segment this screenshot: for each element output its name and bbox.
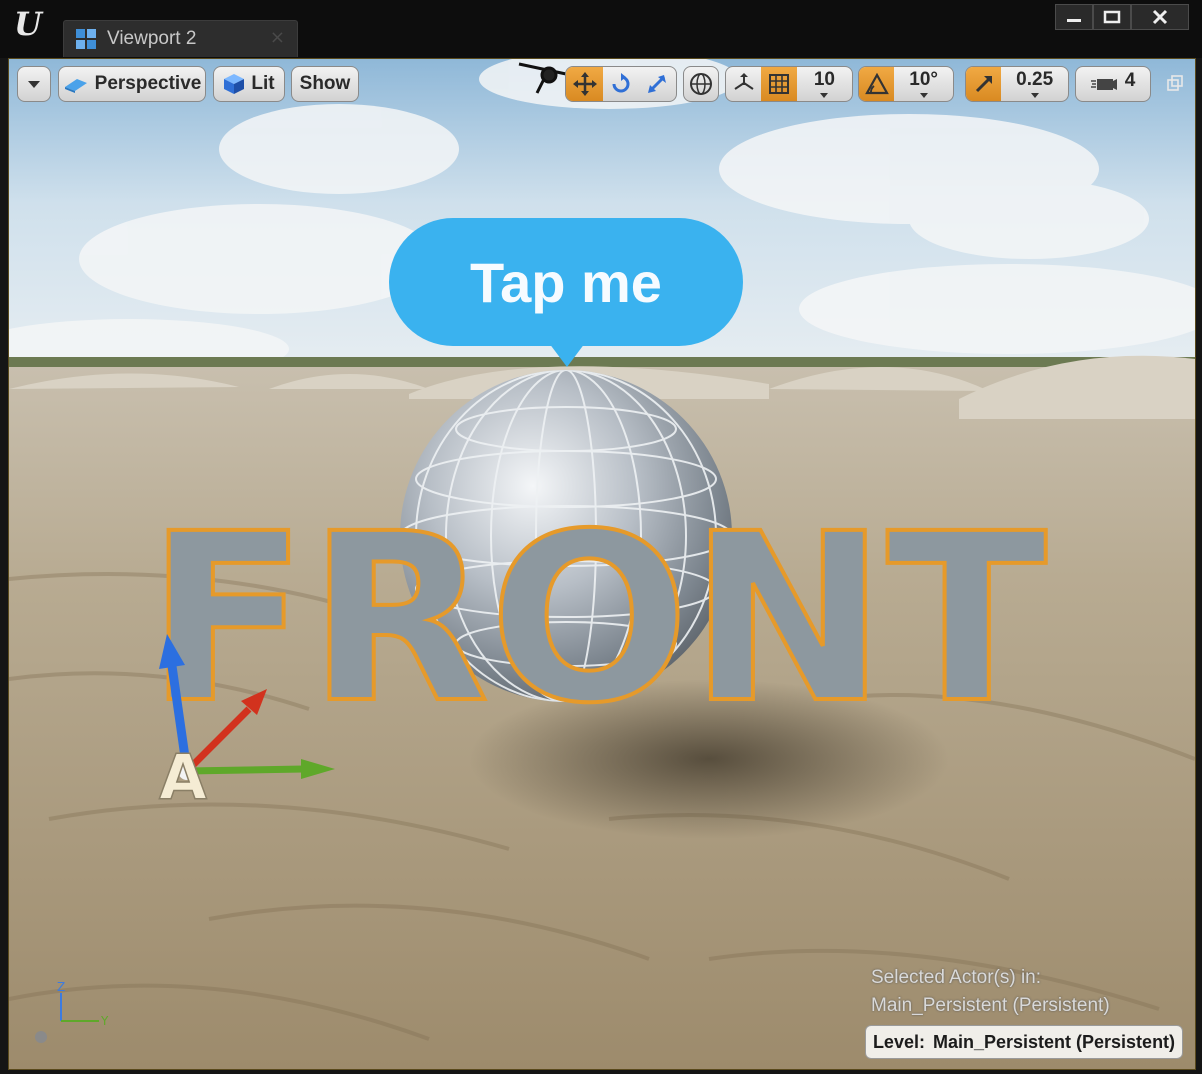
viewport-options-button[interactable]	[17, 66, 51, 102]
scale-snap-value-dropdown[interactable]: 0.25	[1001, 67, 1068, 101]
rotate-mode-button[interactable]	[603, 67, 638, 101]
level-viewport[interactable]: FRONT A Z Y Tap me Perspective Lit Show …	[8, 58, 1196, 1070]
tab-label: Viewport 2	[107, 28, 197, 49]
rotation-snap-value: 10°	[909, 69, 938, 90]
viewport-layout-icon	[76, 29, 96, 49]
rotation-snap-value-dropdown[interactable]: 10°	[894, 67, 953, 101]
camera-speed-icon	[1090, 79, 1117, 90]
scale-snap-toggle[interactable]	[966, 67, 1002, 101]
scale-icon	[648, 75, 667, 93]
scene-render: FRONT A Z Y	[9, 59, 1195, 1069]
scale-mode-button[interactable]	[639, 67, 676, 101]
grid-snap-toggle[interactable]	[761, 67, 797, 101]
minimize-icon	[1067, 19, 1081, 22]
globe-icon	[690, 73, 712, 95]
actor-label-a: A	[159, 741, 207, 814]
close-icon	[1152, 9, 1168, 25]
transform-mode-group	[565, 66, 677, 102]
close-button[interactable]	[1131, 4, 1189, 30]
grid-snap-group: 10	[725, 66, 853, 102]
current-level-box: Level: Main_Persistent (Persistent)	[865, 1025, 1183, 1059]
surface-snap-icon	[734, 73, 754, 90]
perspective-button[interactable]: Perspective	[58, 66, 206, 102]
title-bar: U Viewport 2 ×	[0, 0, 1202, 58]
tab-viewport-2[interactable]: Viewport 2 ×	[63, 20, 298, 57]
translate-icon	[572, 72, 597, 96]
selected-actors-line2: Main_Persistent (Persistent)	[871, 995, 1110, 1016]
lit-label: Lit	[251, 73, 275, 94]
rotation-snap-toggle[interactable]	[859, 67, 895, 101]
rotation-snap-group: 10°	[858, 66, 954, 102]
show-button[interactable]: Show	[291, 66, 359, 102]
world-local-toggle[interactable]	[683, 66, 719, 102]
minimize-button[interactable]	[1055, 4, 1093, 30]
lit-cube-icon	[224, 74, 245, 94]
bubble-text: Tap me	[470, 250, 662, 314]
grid-snap-value-dropdown[interactable]: 10	[797, 67, 852, 101]
maximize-button[interactable]	[1093, 4, 1131, 30]
translate-mode-button[interactable]	[566, 67, 604, 101]
axis-y-label: Y	[100, 1014, 109, 1028]
bubble-tail	[549, 343, 585, 367]
axis-z-label: Z	[57, 980, 65, 994]
level-prefix: Level:	[872, 1031, 925, 1052]
maximize-icon	[1103, 10, 1121, 24]
perspective-camera-icon	[64, 79, 87, 93]
lit-button[interactable]: Lit	[213, 66, 285, 102]
show-label: Show	[299, 73, 351, 94]
level-value: Main_Persistent (Persistent)	[932, 1031, 1176, 1052]
scale-snap-icon	[975, 76, 992, 93]
grid-snap-value: 10	[813, 69, 835, 90]
front-3d-text[interactable]: FRONT	[145, 482, 1049, 756]
surface-snap-button[interactable]	[726, 67, 761, 101]
unreal-logo-icon: U	[14, 5, 42, 43]
angle-icon	[864, 73, 889, 95]
rotate-icon	[612, 73, 630, 93]
selected-actors-line1: Selected Actor(s) in:	[871, 967, 1042, 988]
restore-viewport-icon	[1167, 75, 1183, 91]
scale-snap-group: 0.25	[965, 66, 1069, 102]
scale-snap-value: 0.25	[1016, 69, 1054, 90]
camera-speed-button[interactable]: 4	[1075, 66, 1151, 102]
maximize-viewport-button[interactable]	[1167, 75, 1183, 91]
tab-close-icon[interactable]: ×	[270, 27, 285, 48]
camera-speed-value: 4	[1124, 70, 1136, 91]
selected-actors-info: Selected Actor(s) in: Main_Persistent (P…	[871, 964, 1181, 1020]
perspective-label: Perspective	[94, 73, 202, 94]
grid-icon	[769, 74, 790, 94]
chevron-down-icon	[28, 81, 40, 88]
